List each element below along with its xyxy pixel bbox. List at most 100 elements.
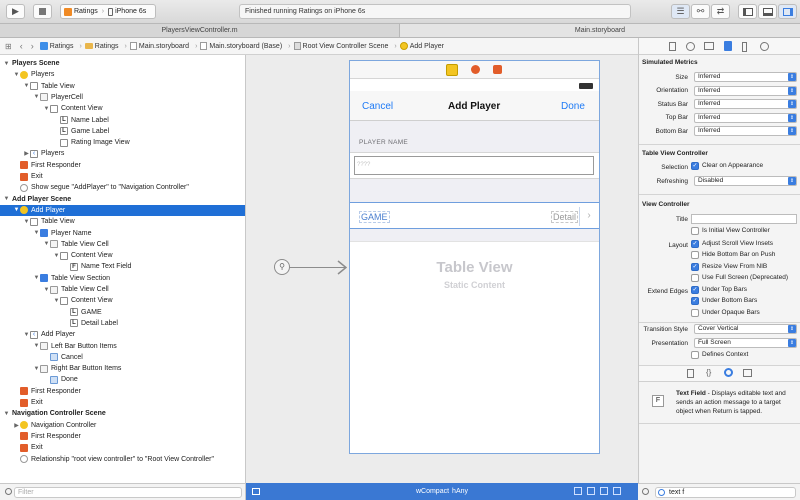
is-initial-vc-checkbox[interactable] [691, 227, 699, 235]
breadcrumb-view-controller[interactable]: Add Player [399, 42, 444, 50]
outline-item[interactable]: ▼ Add Player [0, 204, 245, 216]
layout-opt-3-checkbox[interactable] [691, 273, 699, 282]
done-button[interactable]: Done [561, 101, 585, 112]
outline-item[interactable]: ▼ Player Name [0, 228, 245, 239]
connections-icon[interactable] [760, 42, 769, 51]
back-arrow-icon[interactable]: ‹ [20, 41, 23, 51]
outline-item[interactable]: ▼ Navigation Controller Scene [0, 408, 245, 419]
exit-icon[interactable] [493, 65, 502, 74]
media-library-icon[interactable] [743, 369, 752, 377]
utilities-toggle[interactable] [778, 4, 797, 19]
defines-context-checkbox[interactable] [691, 351, 699, 359]
disclosure-expanded-icon[interactable]: ▼ [33, 230, 40, 236]
view-controller-icon[interactable] [446, 64, 458, 76]
outline-item[interactable]: First Responder [0, 160, 245, 171]
run-button[interactable]: ▶ [6, 4, 25, 19]
outline-item[interactable]: L GAME [0, 307, 245, 318]
outline-item[interactable]: Exit [0, 397, 245, 408]
disclosure-collapsed-icon[interactable]: ▶ [13, 422, 20, 429]
outline-item[interactable]: ▼ Table View Cell [0, 284, 245, 295]
code-snippet-icon[interactable]: {} [706, 368, 711, 377]
disclosure-expanded-icon[interactable]: ▼ [43, 287, 50, 293]
metric-orientation-popup[interactable]: Inferred ⇕ [694, 85, 797, 96]
cancel-button[interactable]: Cancel [362, 101, 393, 112]
outline-item[interactable]: ▼ Table View Section [0, 273, 245, 284]
breadcrumb-storyboard-base[interactable]: Main.storyboard (Base) [200, 42, 282, 50]
outline-item[interactable]: ▼ Players [0, 69, 245, 80]
metric-top-bar-popup[interactable]: Inferred ⇕ [694, 112, 797, 123]
outline-filter-input[interactable]: Filter [14, 487, 242, 498]
help-icon[interactable] [686, 42, 695, 51]
file-inspector-icon[interactable] [669, 42, 676, 51]
breadcrumb-storyboard[interactable]: Main.storyboard [129, 42, 189, 50]
add-player-view-controller[interactable]: Cancel Add Player Done PLAYER NAME ???? … [349, 60, 600, 454]
navigator-toggle[interactable] [738, 4, 757, 19]
disclosure-expanded-icon[interactable]: ▼ [53, 298, 60, 304]
tab-players-view-controller[interactable]: PlayersViewController.m [0, 24, 400, 37]
disclosure-expanded-icon[interactable]: ▼ [23, 219, 30, 225]
edges-opt-1-checkbox[interactable]: ✓ [691, 297, 699, 306]
outline-item[interactable]: ▼ Table View Cell [0, 239, 245, 250]
disclosure-expanded-icon[interactable]: ▼ [23, 83, 30, 89]
outline-item[interactable]: First Responder [0, 386, 245, 397]
layout-opt-0-checkbox[interactable]: ✓ [691, 240, 699, 248]
pin-icon[interactable] [587, 487, 595, 495]
outline-item[interactable]: ▼ Content View [0, 103, 245, 114]
library-search-input[interactable]: text f [655, 487, 796, 498]
edges-opt-0-checkbox[interactable]: ✓ [691, 286, 699, 294]
resizing-icon[interactable] [613, 487, 621, 495]
outline-item[interactable]: ▼ Content View [0, 295, 245, 306]
presentation-popup[interactable]: Full Screen ⇕ [694, 338, 797, 348]
outline-item[interactable]: Exit [0, 442, 245, 453]
version-editor-button[interactable]: ⇄ [711, 4, 730, 19]
attributes-icon[interactable] [724, 41, 732, 51]
size-icon[interactable] [742, 42, 747, 52]
breadcrumb-scene[interactable]: Root View Controller Scene [293, 42, 388, 50]
height-size-class[interactable]: hAny [452, 488, 468, 495]
outline-item[interactable]: Done [0, 374, 245, 385]
disclosure-expanded-icon[interactable]: ▼ [33, 366, 40, 372]
disclosure-expanded-icon[interactable]: ▼ [33, 275, 40, 281]
disclosure-expanded-icon[interactable]: ▼ [33, 343, 40, 349]
layout-opt-2-checkbox[interactable]: ✓ [691, 262, 699, 271]
assistant-editor-button[interactable]: ⚯ [691, 4, 710, 19]
segue-icon[interactable]: ⚲ [274, 259, 290, 275]
outline-item[interactable]: L Game Label [0, 126, 245, 137]
breadcrumb-group[interactable]: Ratings [84, 43, 119, 50]
related-items-icon[interactable]: ⊞ [5, 42, 12, 51]
metric-bottom-bar-popup[interactable]: Inferred ⇕ [694, 126, 797, 137]
outline-item[interactable]: ▶ Navigation Controller [0, 420, 245, 431]
metric-size-popup[interactable]: Inferred ⇕ [694, 72, 797, 82]
clear-on-appearance-checkbox[interactable]: ✓ [691, 162, 699, 170]
first-responder-icon[interactable] [471, 65, 480, 74]
transition-popup[interactable]: Cover Vertical ⇕ [694, 324, 797, 334]
outline-item[interactable]: ▼ Players Scene [0, 58, 245, 69]
scheme-selector[interactable]: Ratings › iPhone 6s [60, 4, 156, 19]
outline-item[interactable]: ▼ Left Bar Button Items [0, 341, 245, 352]
disclosure-collapsed-icon[interactable]: ▶ [23, 150, 30, 157]
library-item-text-field[interactable]: Text Field - Displays editable text and … [676, 389, 798, 416]
player-name-cell[interactable]: ???? [350, 152, 599, 179]
outline-item[interactable]: ▼ ‹ Add Player [0, 329, 245, 340]
name-text-field[interactable]: ???? [354, 156, 594, 175]
edges-opt-2-checkbox[interactable] [691, 308, 699, 317]
outline-item[interactable]: ▼ PlayerCell [0, 92, 245, 103]
align-icon[interactable] [574, 487, 582, 495]
outline-item[interactable]: F Name Text Field [0, 261, 245, 272]
stop-button[interactable] [33, 4, 52, 19]
disclosure-expanded-icon[interactable]: ▼ [3, 411, 10, 417]
outline-item[interactable]: ▼ Table View [0, 216, 245, 227]
outline-item[interactable]: L Detail Label [0, 318, 245, 329]
disclosure-expanded-icon[interactable]: ▼ [3, 196, 10, 202]
file-template-icon[interactable] [687, 369, 694, 378]
outline-item[interactable]: Show segue "AddPlayer" to "Navigation Co… [0, 182, 245, 193]
outline-item[interactable]: Exit [0, 171, 245, 182]
refreshing-popup[interactable]: Disabled ⇕ [694, 176, 797, 186]
tab-main-storyboard[interactable]: Main.storyboard [400, 24, 800, 37]
object-library-icon[interactable] [724, 368, 733, 377]
disclosure-expanded-icon[interactable]: ▼ [13, 72, 20, 78]
outline-item[interactable]: ▶ ‹ Players [0, 148, 245, 159]
layout-opt-1-checkbox[interactable] [691, 251, 699, 260]
outline-item[interactable]: ▼ Right Bar Button Items [0, 363, 245, 374]
disclosure-expanded-icon[interactable]: ▼ [3, 61, 10, 67]
